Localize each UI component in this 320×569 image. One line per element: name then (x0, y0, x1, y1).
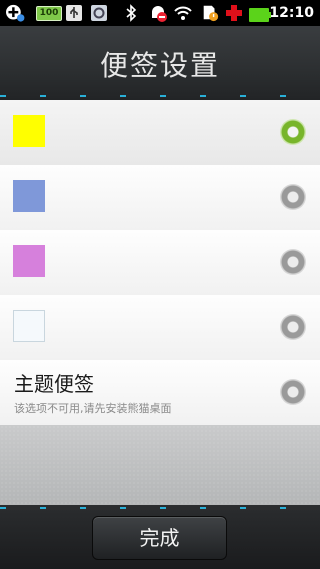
status-time: 12:10 (269, 5, 314, 21)
blue-color-swatch (13, 180, 45, 212)
note-color-option-blue[interactable] (0, 165, 320, 231)
theme-note-title: 主题便签 (14, 372, 94, 396)
page-title: 便签设置 (99, 49, 220, 82)
page-header: 便签设置 (0, 26, 320, 101)
settings-app-icon (91, 5, 107, 21)
usb-icon (66, 5, 82, 21)
battery-widget-icon: 100 (36, 6, 62, 21)
footer-bar: 完成 (0, 505, 320, 569)
radio-button-purple[interactable] (280, 249, 306, 275)
purple-color-swatch (13, 245, 45, 277)
white-color-swatch (13, 310, 45, 342)
alarm-off-icon (152, 6, 167, 22)
radio-button-yellow[interactable] (280, 119, 306, 145)
note-color-option-yellow[interactable] (0, 100, 320, 166)
battery-icon (249, 8, 271, 22)
header-divider (0, 95, 320, 97)
radio-button-theme[interactable] (280, 379, 306, 405)
done-button[interactable]: 完成 (92, 516, 227, 560)
note-color-option-white[interactable] (0, 295, 320, 361)
add-notification-icon (6, 4, 25, 22)
theme-note-option[interactable]: 主题便签 该选项不可用,请先安装熊猫桌面 (0, 360, 320, 425)
note-color-list: 主题便签 该选项不可用,请先安装熊猫桌面 (0, 100, 320, 425)
battery-widget-label: 100 (39, 8, 59, 18)
footer-divider (0, 507, 320, 509)
sd-card-warning-icon (203, 5, 219, 22)
bluetooth-icon (126, 4, 137, 22)
medical-cross-icon (226, 5, 242, 21)
wifi-icon (174, 6, 192, 20)
empty-background (0, 425, 320, 505)
radio-button-white[interactable] (280, 314, 306, 340)
yellow-color-swatch (13, 115, 45, 147)
note-color-option-purple[interactable] (0, 230, 320, 296)
radio-button-blue[interactable] (280, 184, 306, 210)
theme-note-subtitle: 该选项不可用,请先安装熊猫桌面 (14, 402, 172, 415)
status-bar: 100 12:10 (0, 0, 320, 26)
